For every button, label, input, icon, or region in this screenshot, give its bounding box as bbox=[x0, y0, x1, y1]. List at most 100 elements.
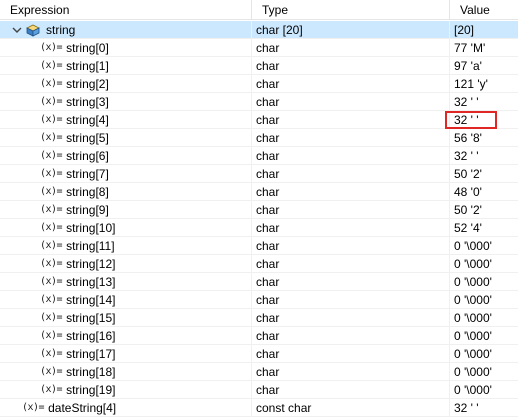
expression-cell: (x)= string[9] bbox=[0, 201, 252, 219]
table-row[interactable]: (x)= string[13] char 0 '\000' bbox=[0, 273, 518, 291]
type-cell: char [20] bbox=[252, 21, 450, 39]
table-row[interactable]: (x)= string[2] char 121 'y' bbox=[0, 75, 518, 93]
table-body: string char [20] [20] (x)= string[0] char 77 '… bbox=[0, 21, 518, 417]
value-cell: 77 'M' bbox=[454, 41, 486, 55]
value-cell: 32 ' ' bbox=[454, 95, 479, 109]
table-row[interactable]: (x)= string[18] char 0 '\000' bbox=[0, 363, 518, 381]
expression-cell: (x)= string[8] bbox=[0, 183, 252, 201]
expression-cell: (x)= string[13] bbox=[0, 273, 252, 291]
expression-name: string[1] bbox=[66, 59, 109, 73]
variable-icon: (x)= bbox=[40, 132, 63, 143]
value-cell: 56 '8' bbox=[454, 131, 482, 145]
type-cell: char bbox=[252, 255, 450, 273]
table-row[interactable]: (x)= string[4] char 32 ' ' bbox=[0, 111, 518, 129]
value-cell: 97 'a' bbox=[454, 59, 482, 73]
expression-name: string[3] bbox=[66, 95, 109, 109]
value-cell: 0 '\000' bbox=[454, 329, 492, 343]
value-cell: 0 '\000' bbox=[454, 239, 492, 253]
table-row[interactable]: (x)= string[8] char 48 '0' bbox=[0, 183, 518, 201]
expression-name: string[14] bbox=[66, 293, 116, 307]
table-row[interactable]: (x)= string[9] char 50 '2' bbox=[0, 201, 518, 219]
value-cell: 0 '\000' bbox=[454, 275, 492, 289]
type-cell: char bbox=[252, 237, 450, 255]
variable-icon: (x)= bbox=[40, 114, 63, 125]
type-cell: char bbox=[252, 219, 450, 237]
expressions-table: Expression Type Value string char [20] [20… bbox=[0, 0, 518, 420]
expression-cell: (x)= string[5] bbox=[0, 129, 252, 147]
table-row[interactable]: (x)= string[3] char 32 ' ' bbox=[0, 93, 518, 111]
expression-name: string[13] bbox=[66, 275, 116, 289]
type-cell: char bbox=[252, 39, 450, 57]
type-cell: char bbox=[252, 147, 450, 165]
expression-name: string[2] bbox=[66, 77, 109, 91]
type-cell: char bbox=[252, 111, 450, 129]
expression-cell: (x)= string[14] bbox=[0, 291, 252, 309]
variable-icon: (x)= bbox=[40, 222, 63, 233]
variable-icon: (x)= bbox=[40, 60, 63, 71]
table-row[interactable]: (x)= string[0] char 77 'M' bbox=[0, 39, 518, 57]
table-row[interactable]: (x)= string[17] char 0 '\000' bbox=[0, 345, 518, 363]
expression-name: string[17] bbox=[66, 347, 116, 361]
expression-name: string[19] bbox=[66, 383, 116, 397]
tree-row-expanded[interactable]: string char [20] [20] bbox=[0, 21, 518, 39]
variable-icon: (x)= bbox=[40, 42, 63, 53]
variable-icon: (x)= bbox=[40, 78, 63, 89]
expression-name: string[6] bbox=[66, 149, 109, 163]
expression-cell: (x)= string[15] bbox=[0, 309, 252, 327]
expression-cell: (x)= string[1] bbox=[0, 57, 252, 75]
type-cell: char bbox=[252, 183, 450, 201]
value-cell-highlighted: 32 ' ' bbox=[454, 113, 479, 127]
variable-icon: (x)= bbox=[40, 258, 63, 269]
expression-cell: (x)= string[3] bbox=[0, 93, 252, 111]
value-cell: 52 '4' bbox=[454, 221, 482, 235]
type-cell: char bbox=[252, 165, 450, 183]
table-row[interactable]: (x)= string[19] char 0 '\000' bbox=[0, 381, 518, 399]
expression-cell: (x)= string[6] bbox=[0, 147, 252, 165]
table-row[interactable]: (x)= dateString[4] const char 32 ' ' bbox=[0, 399, 518, 417]
table-row[interactable]: (x)= string[6] char 32 ' ' bbox=[0, 147, 518, 165]
variable-icon: (x)= bbox=[40, 384, 63, 395]
expression-name: string[15] bbox=[66, 311, 116, 325]
value-cell: 32 ' ' bbox=[454, 401, 479, 415]
table-row[interactable]: (x)= string[1] char 97 'a' bbox=[0, 57, 518, 75]
expression-name: string[18] bbox=[66, 365, 116, 379]
value-cell: 0 '\000' bbox=[454, 347, 492, 361]
type-cell: char bbox=[252, 93, 450, 111]
expression-cell: (x)= string[10] bbox=[0, 219, 252, 237]
expression-cell: (x)= dateString[4] bbox=[0, 399, 252, 417]
table-row[interactable]: (x)= string[10] char 52 '4' bbox=[0, 219, 518, 237]
type-cell: char bbox=[252, 309, 450, 327]
value-cell: 121 'y' bbox=[454, 77, 488, 91]
variable-icon: (x)= bbox=[40, 348, 63, 359]
type-cell: char bbox=[252, 57, 450, 75]
chevron-down-icon[interactable] bbox=[10, 23, 24, 37]
expression-name: string[10] bbox=[66, 221, 116, 235]
table-row[interactable]: (x)= string[16] char 0 '\000' bbox=[0, 327, 518, 345]
expression-name: dateString[4] bbox=[48, 401, 117, 415]
table-row[interactable]: (x)= string[7] char 50 '2' bbox=[0, 165, 518, 183]
column-header-value[interactable]: Value bbox=[450, 0, 518, 20]
column-header-type[interactable]: Type bbox=[252, 0, 450, 20]
table-row[interactable]: (x)= string[12] char 0 '\000' bbox=[0, 255, 518, 273]
expression-cell: (x)= string[11] bbox=[0, 237, 252, 255]
value-cell: 0 '\000' bbox=[454, 383, 492, 397]
variable-icon: (x)= bbox=[40, 294, 63, 305]
table-row[interactable]: (x)= string[11] char 0 '\000' bbox=[0, 237, 518, 255]
column-header-expression[interactable]: Expression bbox=[0, 0, 252, 20]
value-cell: [20] bbox=[454, 23, 475, 37]
type-cell: char bbox=[252, 327, 450, 345]
table-row[interactable]: (x)= string[14] char 0 '\000' bbox=[0, 291, 518, 309]
expression-cell: (x)= string[12] bbox=[0, 255, 252, 273]
expression-name: string[12] bbox=[66, 257, 116, 271]
table-row[interactable]: (x)= string[15] char 0 '\000' bbox=[0, 309, 518, 327]
variable-icon: (x)= bbox=[40, 330, 63, 341]
value-cell: 50 '2' bbox=[454, 203, 482, 217]
expression-cell: (x)= string[4] bbox=[0, 111, 252, 129]
table-row[interactable]: (x)= string[5] char 56 '8' bbox=[0, 129, 518, 147]
variable-icon: (x)= bbox=[22, 402, 45, 413]
expression-name: string bbox=[46, 23, 76, 37]
expression-cell: (x)= string[16] bbox=[0, 327, 252, 345]
type-cell: char bbox=[252, 291, 450, 309]
type-cell: char bbox=[252, 201, 450, 219]
expression-cell: (x)= string[0] bbox=[0, 39, 252, 57]
